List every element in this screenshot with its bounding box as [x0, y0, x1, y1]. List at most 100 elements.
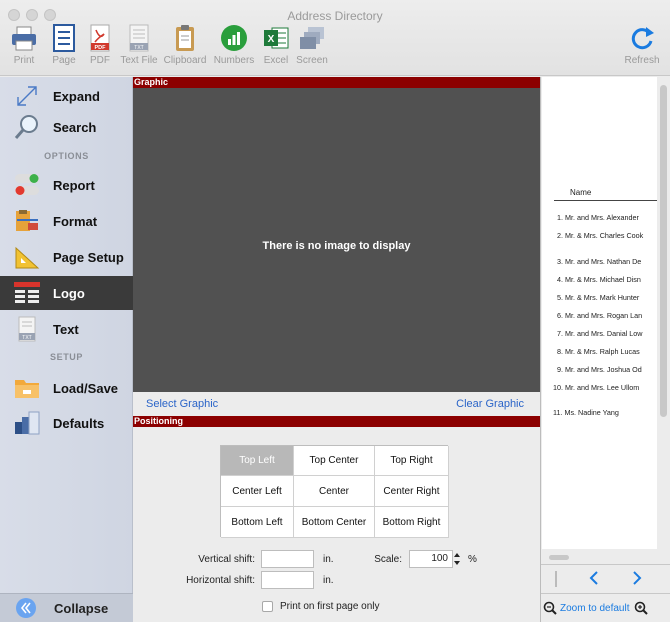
- horizontal-shift-label: Horizontal shift:: [186, 575, 255, 586]
- position-bottom-left[interactable]: Bottom Left: [221, 507, 294, 538]
- sidebar-item-format[interactable]: Format: [0, 204, 133, 238]
- position-top-right[interactable]: Top Right: [375, 446, 449, 476]
- select-graphic-link[interactable]: Select Graphic: [146, 398, 218, 410]
- text-file-button[interactable]: TXT Text File: [119, 24, 159, 72]
- list-item: 8. Mr. & Mrs. Ralph Lucas: [557, 347, 640, 356]
- position-bottom-right[interactable]: Bottom Right: [375, 507, 449, 538]
- double-chevron-left-icon: [15, 597, 37, 619]
- zoom-to-default-link[interactable]: Zoom to default: [560, 603, 629, 614]
- clipboard-button[interactable]: Clipboard: [163, 24, 207, 72]
- zoom-out-icon[interactable]: [543, 601, 557, 615]
- text-file-label: Text File: [120, 55, 158, 66]
- zoom-in-icon[interactable]: [634, 601, 649, 615]
- screen-button[interactable]: Screen: [295, 24, 329, 72]
- refresh-label: Refresh: [624, 55, 660, 66]
- list-item: 9. Mr. and Mrs. Joshua Od: [557, 365, 642, 374]
- excel-button[interactable]: X Excel: [262, 24, 290, 72]
- scale-input[interactable]: 100: [409, 550, 453, 568]
- folder-icon: [14, 375, 40, 401]
- refresh-icon: [628, 24, 656, 52]
- next-page-button[interactable]: [630, 570, 644, 586]
- setup-heading: SETUP: [49, 352, 83, 362]
- position-center[interactable]: Center: [294, 476, 375, 507]
- search-icon: [14, 114, 40, 140]
- previous-page-button[interactable]: [587, 570, 601, 586]
- position-center-right[interactable]: Center Right: [375, 476, 449, 507]
- position-top-left[interactable]: Top Left: [221, 446, 294, 476]
- list-item: 3. Mr. and Mrs. Nathan De: [557, 257, 642, 266]
- page-label: Page: [52, 55, 76, 66]
- pdf-label: PDF: [90, 55, 110, 66]
- print-button[interactable]: Print: [10, 24, 38, 72]
- pdf-button[interactable]: PDF PDF: [86, 24, 114, 72]
- numbers-label: Numbers: [213, 55, 255, 66]
- sidebar-item-expand[interactable]: Expand: [0, 79, 133, 113]
- sidebar-item-label: Page Setup: [53, 249, 124, 265]
- sidebar-item-label: Search: [53, 119, 97, 135]
- logo-icon: [14, 280, 40, 306]
- page-setup-icon: [14, 244, 40, 270]
- preview-page: Name 1. Mr. and Mrs. Alexander 2. Mr. & …: [542, 77, 657, 549]
- clear-graphic-link[interactable]: Clear Graphic: [456, 398, 524, 410]
- first-page-checkbox[interactable]: [262, 601, 273, 612]
- sidebar-item-logo[interactable]: Logo: [0, 276, 133, 310]
- options-heading: OPTIONS: [44, 151, 89, 161]
- chevron-left-icon: [589, 571, 598, 585]
- sidebar-item-label: Text: [53, 321, 79, 337]
- screen-label: Screen: [296, 55, 328, 66]
- list-item: 10. Mr. and Mrs. Lee Ullom: [553, 383, 640, 392]
- collapse-button[interactable]: Collapse: [0, 593, 133, 622]
- numbers-icon: [220, 24, 248, 52]
- list-item: 7. Mr. and Mrs. Danial Low: [557, 329, 643, 338]
- first-page-label: Print on first page only: [280, 601, 380, 612]
- list-item: 6. Mr. and Mrs. Rogan Lan: [557, 311, 643, 320]
- scale-label: Scale:: [374, 554, 402, 565]
- vertical-shift-label: Vertical shift:: [198, 554, 255, 565]
- window-toolbar: Address Directory Print Page PDF PDF TXT…: [0, 0, 670, 76]
- pdf-icon: PDF: [86, 24, 114, 52]
- position-center-left[interactable]: Center Left: [221, 476, 294, 507]
- sidebar-item-defaults[interactable]: Defaults: [0, 406, 133, 440]
- list-item: 4. Mr. & Mrs. Michael Disn: [557, 275, 641, 284]
- collapse-label: Collapse: [54, 600, 109, 616]
- sidebar-item-report[interactable]: Report: [0, 168, 133, 202]
- vertical-shift-input[interactable]: [261, 550, 314, 568]
- horizontal-shift-input[interactable]: [261, 571, 314, 589]
- preview-panel: Name 1. Mr. and Mrs. Alexander 2. Mr. & …: [540, 77, 670, 622]
- excel-icon: X: [262, 24, 290, 52]
- print-label: Print: [13, 55, 35, 66]
- position-bottom-center[interactable]: Bottom Center: [294, 507, 375, 538]
- sidebar-item-load-save[interactable]: Load/Save: [0, 371, 133, 405]
- position-top-center[interactable]: Top Center: [294, 446, 375, 476]
- sidebar-item-page-setup[interactable]: Page Setup: [0, 240, 133, 274]
- toggle-icon: [14, 172, 40, 198]
- svg-text:TXT: TXT: [134, 45, 143, 51]
- page-button[interactable]: Page: [50, 24, 78, 72]
- list-item: 11. Ms. Nadine Yang: [553, 408, 619, 417]
- sidebar-item-label: Report: [53, 177, 95, 193]
- empty-graphic-message: There is no image to display: [262, 240, 411, 252]
- svg-text:TXT: TXT: [22, 335, 31, 341]
- sidebar-item-label: Defaults: [53, 415, 105, 431]
- position-grid: Top Left Top Center Top Right Center Lef…: [220, 445, 449, 538]
- printer-icon: [10, 24, 38, 52]
- sidebar-item-text[interactable]: TXT Text: [0, 312, 133, 346]
- sidebar-item-label: Logo: [53, 285, 85, 301]
- list-item: 5. Mr. & Mrs. Mark Hunter: [557, 293, 640, 302]
- svg-text:X: X: [268, 34, 275, 45]
- zoom-bar: Zoom to default: [541, 593, 670, 622]
- scale-stepper[interactable]: [453, 551, 461, 567]
- preview-vertical-scrollbar[interactable]: [660, 85, 667, 417]
- header-rule: [554, 200, 657, 201]
- text-file-icon: TXT: [125, 24, 153, 52]
- sidebar-item-search[interactable]: Search: [0, 110, 133, 144]
- positioning-section-heading: Positioning: [133, 416, 540, 427]
- preview-horizontal-scrollbar[interactable]: [549, 555, 569, 560]
- numbers-button[interactable]: Numbers: [212, 24, 256, 72]
- scale-percent: %: [468, 554, 477, 565]
- name-column-header: Name: [570, 188, 592, 197]
- svg-text:PDF: PDF: [95, 45, 107, 51]
- refresh-button[interactable]: Refresh: [622, 24, 662, 72]
- expand-icon: [14, 83, 40, 109]
- main-panel: Graphic There is no image to display Sel…: [133, 77, 540, 622]
